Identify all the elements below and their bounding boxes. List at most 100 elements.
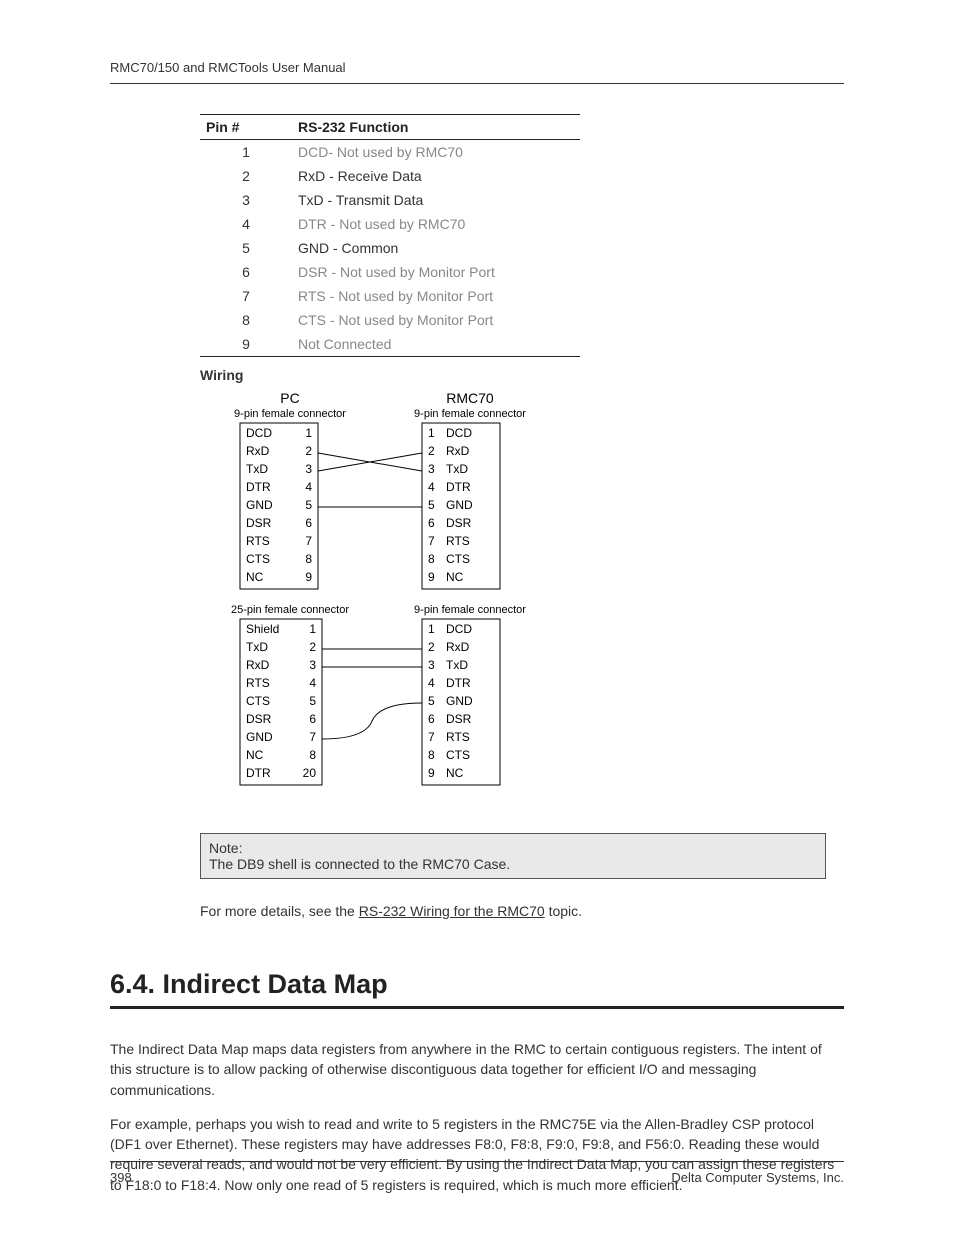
pin-cell: 9	[200, 332, 292, 357]
svg-text:NC: NC	[246, 748, 264, 762]
wiring-diagram: PC RMC70 9-pin female connector 9-pin fe…	[200, 389, 560, 829]
svg-text:NC: NC	[446, 570, 464, 584]
pin-cell: 8	[200, 308, 292, 332]
table-row: 8CTS - Not used by Monitor Port	[200, 308, 580, 332]
svg-text:4: 4	[309, 676, 316, 690]
table-row: 3TxD - Transmit Data	[200, 188, 580, 212]
table-row: 1DCD- Not used by RMC70	[200, 140, 580, 165]
svg-text:GND: GND	[246, 730, 273, 744]
func-cell: CTS - Not used by Monitor Port	[292, 308, 580, 332]
svg-text:GND: GND	[446, 498, 473, 512]
svg-text:1: 1	[428, 622, 435, 636]
svg-text:DSR: DSR	[446, 712, 472, 726]
svg-text:TxD: TxD	[446, 658, 468, 672]
svg-text:6: 6	[428, 516, 435, 530]
svg-text:4: 4	[428, 480, 435, 494]
func-cell: TxD - Transmit Data	[292, 188, 580, 212]
note-box: Note: The DB9 shell is connected to the …	[200, 833, 826, 879]
func-cell: RTS - Not used by Monitor Port	[292, 284, 580, 308]
pin-cell: 5	[200, 236, 292, 260]
svg-text:RxD: RxD	[246, 444, 270, 458]
svg-text:NC: NC	[446, 766, 464, 780]
svg-text:DTR: DTR	[446, 480, 471, 494]
svg-text:CTS: CTS	[446, 552, 470, 566]
svg-text:DSR: DSR	[446, 516, 472, 530]
followup-pre: For more details, see the	[200, 903, 359, 919]
svg-text:8: 8	[428, 552, 435, 566]
svg-text:1: 1	[309, 622, 316, 636]
svg-text:CTS: CTS	[246, 694, 270, 708]
svg-text:DSR: DSR	[246, 712, 272, 726]
pin-cell: 1	[200, 140, 292, 165]
svg-text:9-pin female connector: 9-pin female connector	[414, 408, 526, 420]
svg-text:TxD: TxD	[246, 640, 268, 654]
svg-text:DSR: DSR	[246, 516, 272, 530]
svg-text:3: 3	[305, 462, 312, 476]
footer-company: Delta Computer Systems, Inc.	[671, 1170, 844, 1185]
pin-header-col2: RS-232 Function	[292, 115, 580, 140]
table-row: 5GND - Common	[200, 236, 580, 260]
followup-post: topic.	[545, 903, 582, 919]
svg-text:9: 9	[428, 766, 435, 780]
svg-text:RTS: RTS	[446, 730, 470, 744]
svg-text:6: 6	[428, 712, 435, 726]
svg-text:4: 4	[305, 480, 312, 494]
doc-header: RMC70/150 and RMCTools User Manual	[110, 60, 844, 84]
svg-text:7: 7	[309, 730, 316, 744]
func-cell: DTR - Not used by RMC70	[292, 212, 580, 236]
svg-text:20: 20	[303, 766, 317, 780]
svg-text:4: 4	[428, 676, 435, 690]
svg-text:Shield: Shield	[246, 622, 279, 636]
svg-text:RTS: RTS	[446, 534, 470, 548]
svg-text:2: 2	[428, 640, 435, 654]
svg-text:9: 9	[428, 570, 435, 584]
pin-table: Pin # RS-232 Function 1DCD- Not used by …	[200, 114, 580, 357]
svg-text:5: 5	[309, 694, 316, 708]
svg-text:DCD: DCD	[246, 426, 272, 440]
pin-cell: 6	[200, 260, 292, 284]
pin-cell: 4	[200, 212, 292, 236]
svg-text:TxD: TxD	[246, 462, 268, 476]
svg-text:RxD: RxD	[246, 658, 270, 672]
svg-text:CTS: CTS	[246, 552, 270, 566]
svg-text:25-pin female connector: 25-pin female connector	[231, 604, 349, 616]
table-row: 9Not Connected	[200, 332, 580, 357]
svg-text:9-pin female connector: 9-pin female connector	[414, 604, 526, 616]
func-cell: GND - Common	[292, 236, 580, 260]
svg-text:GND: GND	[446, 694, 473, 708]
pin-cell: 7	[200, 284, 292, 308]
page-footer: 398 Delta Computer Systems, Inc.	[110, 1161, 844, 1185]
table-row: 2RxD - Receive Data	[200, 164, 580, 188]
svg-text:CTS: CTS	[446, 748, 470, 762]
svg-text:DTR: DTR	[446, 676, 471, 690]
svg-text:RxD: RxD	[446, 444, 470, 458]
func-cell: DCD- Not used by RMC70	[292, 140, 580, 165]
table-row: 7RTS - Not used by Monitor Port	[200, 284, 580, 308]
note-text: The DB9 shell is connected to the RMC70 …	[209, 856, 817, 872]
page-number: 398	[110, 1170, 132, 1185]
svg-text:8: 8	[309, 748, 316, 762]
pin-header-col1: Pin #	[200, 115, 292, 140]
pin-cell: 2	[200, 164, 292, 188]
svg-text:TxD: TxD	[446, 462, 468, 476]
svg-text:5: 5	[428, 498, 435, 512]
followup-text: For more details, see the RS-232 Wiring …	[200, 903, 844, 919]
func-cell: Not Connected	[292, 332, 580, 357]
svg-text:8: 8	[305, 552, 312, 566]
svg-text:DTR: DTR	[246, 480, 271, 494]
svg-text:9-pin female connector: 9-pin female connector	[234, 408, 346, 420]
svg-text:RxD: RxD	[446, 640, 470, 654]
svg-text:7: 7	[305, 534, 312, 548]
svg-text:7: 7	[428, 730, 435, 744]
section-heading: 6.4. Indirect Data Map	[110, 969, 844, 1009]
svg-text:2: 2	[428, 444, 435, 458]
svg-text:6: 6	[305, 516, 312, 530]
svg-text:7: 7	[428, 534, 435, 548]
rs232-wiring-link[interactable]: RS-232 Wiring for the RMC70	[359, 903, 545, 919]
table-row: 6DSR - Not used by Monitor Port	[200, 260, 580, 284]
svg-text:5: 5	[428, 694, 435, 708]
note-title: Note:	[209, 840, 817, 856]
func-cell: RxD - Receive Data	[292, 164, 580, 188]
func-cell: DSR - Not used by Monitor Port	[292, 260, 580, 284]
paragraph-1: The Indirect Data Map maps data register…	[110, 1039, 844, 1100]
